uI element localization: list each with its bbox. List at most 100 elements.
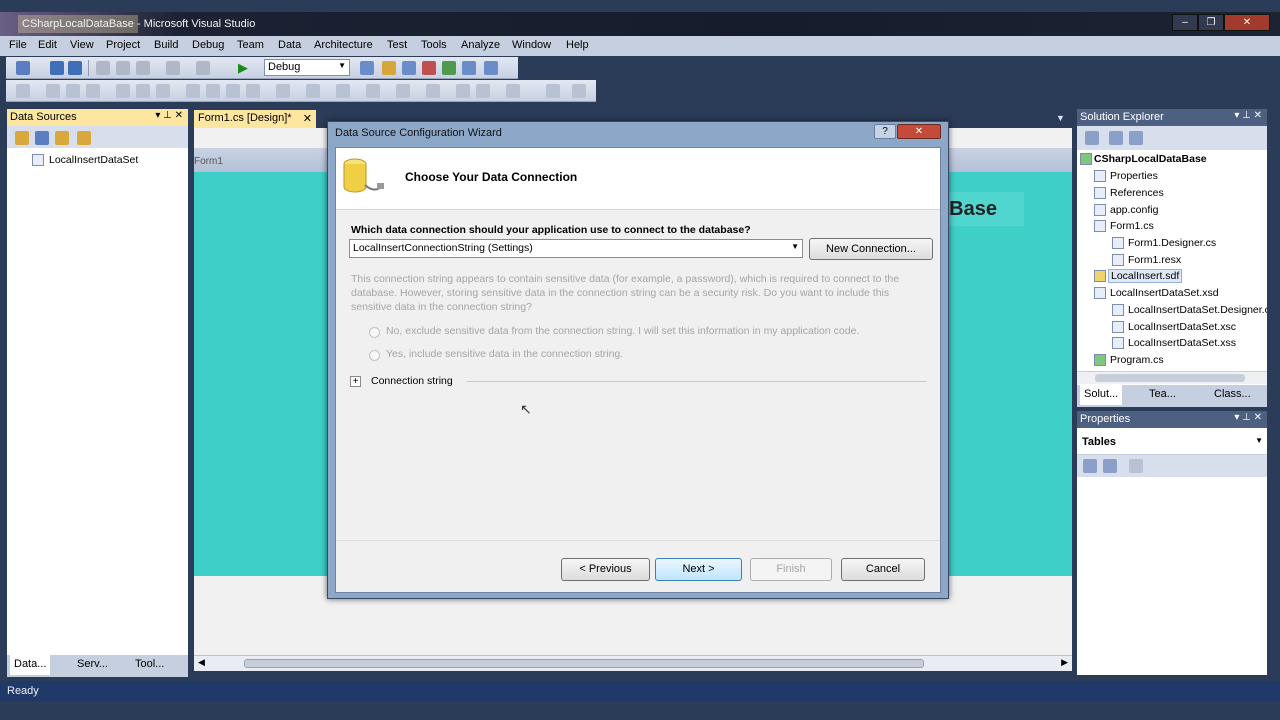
menu-edit[interactable]: Edit bbox=[38, 39, 57, 51]
tree-properties[interactable]: Properties bbox=[1110, 170, 1158, 182]
solution-explorer-icon[interactable] bbox=[382, 61, 396, 75]
tree-dataset-xss[interactable]: LocalInsertDataSet.xss bbox=[1128, 337, 1236, 349]
next-button[interactable]: Next > bbox=[655, 558, 742, 581]
tab-order-icon[interactable] bbox=[506, 84, 520, 98]
menu-test[interactable]: Test bbox=[387, 39, 407, 51]
tab-toolbox[interactable]: Tool... bbox=[131, 655, 168, 675]
align-left-icon[interactable] bbox=[46, 84, 60, 98]
tree-localinsert-sdf[interactable]: LocalInsert.sdf bbox=[1108, 269, 1183, 283]
tree-form1[interactable]: Form1.cs bbox=[1110, 220, 1154, 232]
size-to-grid-icon[interactable] bbox=[246, 84, 260, 98]
tree-project[interactable]: CSharpLocalDataBase bbox=[1094, 153, 1207, 165]
menu-project[interactable]: Project bbox=[106, 39, 140, 51]
refresh-icon[interactable] bbox=[77, 131, 91, 145]
center-horizontally-icon[interactable] bbox=[396, 84, 410, 98]
send-to-back-icon[interactable] bbox=[476, 84, 490, 98]
menu-build[interactable]: Build bbox=[154, 39, 178, 51]
tree-dataset-xsc[interactable]: LocalInsertDataSet.xsc bbox=[1128, 321, 1236, 333]
scroll-right-icon[interactable]: ▶ bbox=[1061, 657, 1068, 668]
include-sensitive-radio[interactable] bbox=[369, 350, 380, 361]
tree-form1-designer[interactable]: Form1.Designer.cs bbox=[1128, 237, 1216, 249]
cut-icon[interactable] bbox=[96, 61, 110, 75]
find-icon[interactable] bbox=[360, 61, 374, 75]
finish-button[interactable]: Finish bbox=[750, 558, 832, 581]
new-project-icon[interactable] bbox=[16, 61, 30, 75]
align-center-icon[interactable] bbox=[66, 84, 80, 98]
menu-window[interactable]: Window bbox=[512, 39, 551, 51]
align-top-icon[interactable] bbox=[116, 84, 130, 98]
close-tab-icon[interactable]: ✕ bbox=[303, 112, 312, 125]
refresh-icon[interactable] bbox=[1129, 131, 1143, 145]
help-button[interactable]: ? bbox=[874, 124, 896, 139]
tab-data-sources[interactable]: Data... bbox=[10, 655, 51, 675]
tab-dropdown-icon[interactable]: ▼ bbox=[1056, 113, 1065, 123]
horizontal-spacing-icon[interactable] bbox=[276, 84, 290, 98]
tab-server-explorer[interactable]: Serv... bbox=[73, 655, 112, 675]
tab-form1-design[interactable]: Form1.cs [Design]* ✕ bbox=[194, 110, 316, 128]
menu-view[interactable]: View bbox=[70, 39, 94, 51]
save-icon[interactable] bbox=[50, 61, 64, 75]
tab-class-view[interactable]: Class... bbox=[1210, 385, 1255, 405]
restore-button[interactable]: ❐ bbox=[1198, 14, 1224, 31]
redo-icon[interactable] bbox=[196, 61, 210, 75]
cancel-button[interactable]: Cancel bbox=[841, 558, 925, 581]
show-all-files-icon[interactable] bbox=[1109, 131, 1123, 145]
object-browser-icon[interactable] bbox=[422, 61, 436, 75]
add-data-source-icon[interactable] bbox=[15, 131, 29, 145]
configure-dataset-icon[interactable] bbox=[55, 131, 69, 145]
dataset-node[interactable]: LocalInsertDataSet bbox=[49, 154, 138, 166]
solution-hscrollbar[interactable] bbox=[1077, 371, 1267, 384]
tab-team-explorer[interactable]: Tea... bbox=[1145, 385, 1180, 405]
start-debugging-icon[interactable]: ▶ bbox=[236, 61, 250, 75]
align-middle-icon[interactable] bbox=[136, 84, 150, 98]
menu-help[interactable]: Help bbox=[566, 39, 589, 51]
tree-references[interactable]: References bbox=[1110, 187, 1164, 199]
tree-dataset-designer[interactable]: LocalInsertDataSet.Designer.cs bbox=[1128, 304, 1267, 316]
menu-team[interactable]: Team bbox=[237, 39, 264, 51]
copy-icon[interactable] bbox=[116, 61, 130, 75]
expand-connection-string-icon[interactable]: + bbox=[350, 376, 361, 387]
scroll-left-icon[interactable]: ◀ bbox=[198, 657, 205, 668]
pane-controls-icon[interactable]: ▾ ⊥ ✕ bbox=[155, 110, 183, 121]
align-bottom-icon[interactable] bbox=[156, 84, 170, 98]
extension-icon[interactable] bbox=[484, 61, 498, 75]
tree-app-config[interactable]: app.config bbox=[1110, 204, 1158, 216]
increase-spacing-icon[interactable] bbox=[306, 84, 320, 98]
menu-architecture[interactable]: Architecture bbox=[314, 39, 373, 51]
save-all-icon[interactable] bbox=[68, 61, 82, 75]
same-size-icon[interactable] bbox=[226, 84, 240, 98]
dialog-close-button[interactable]: ✕ bbox=[897, 124, 941, 139]
pane-controls-icon[interactable]: ▾ ⊥ ✕ bbox=[1234, 110, 1262, 121]
menu-analyze[interactable]: Analyze bbox=[461, 39, 500, 51]
tree-dataset-xsd[interactable]: LocalInsertDataSet.xsd bbox=[1110, 287, 1219, 299]
undo-icon[interactable] bbox=[166, 61, 180, 75]
menu-tools[interactable]: Tools bbox=[421, 39, 447, 51]
tree-program[interactable]: Program.cs bbox=[1110, 354, 1164, 366]
menu-file[interactable]: File bbox=[9, 39, 27, 51]
align-right-icon[interactable] bbox=[86, 84, 100, 98]
scroll-thumb[interactable] bbox=[1095, 374, 1245, 382]
tree-form1-resx[interactable]: Form1.resx bbox=[1128, 254, 1181, 266]
solution-configuration-select[interactable]: Debug ▼ bbox=[264, 59, 350, 76]
scroll-thumb[interactable] bbox=[244, 659, 924, 668]
paste-icon[interactable] bbox=[136, 61, 150, 75]
properties-icon[interactable] bbox=[402, 61, 416, 75]
menu-data[interactable]: Data bbox=[278, 39, 301, 51]
center-vertically-icon[interactable] bbox=[426, 84, 440, 98]
pane-controls-icon[interactable]: ▾ ⊥ ✕ bbox=[1234, 412, 1262, 423]
new-connection-button[interactable]: New Connection... bbox=[809, 238, 933, 260]
decrease-spacing-icon[interactable] bbox=[336, 84, 350, 98]
vertical-spacing-icon[interactable] bbox=[366, 84, 380, 98]
previous-button[interactable]: < Previous bbox=[561, 558, 650, 581]
close-window-button[interactable]: ✕ bbox=[1224, 14, 1270, 31]
align-icon[interactable] bbox=[16, 84, 30, 98]
alphabetical-icon[interactable] bbox=[1103, 459, 1117, 473]
same-height-icon[interactable] bbox=[206, 84, 220, 98]
lock-controls-icon[interactable] bbox=[546, 84, 560, 98]
edit-dataset-icon[interactable] bbox=[35, 131, 49, 145]
minimize-button[interactable]: – bbox=[1172, 14, 1198, 31]
categorized-icon[interactable] bbox=[1083, 459, 1097, 473]
connection-select[interactable]: LocalInsertConnectionString (Settings) ▼ bbox=[349, 239, 803, 258]
toolbox-icon[interactable] bbox=[442, 61, 456, 75]
properties-object-selector[interactable]: Tables ▼ bbox=[1077, 428, 1267, 455]
